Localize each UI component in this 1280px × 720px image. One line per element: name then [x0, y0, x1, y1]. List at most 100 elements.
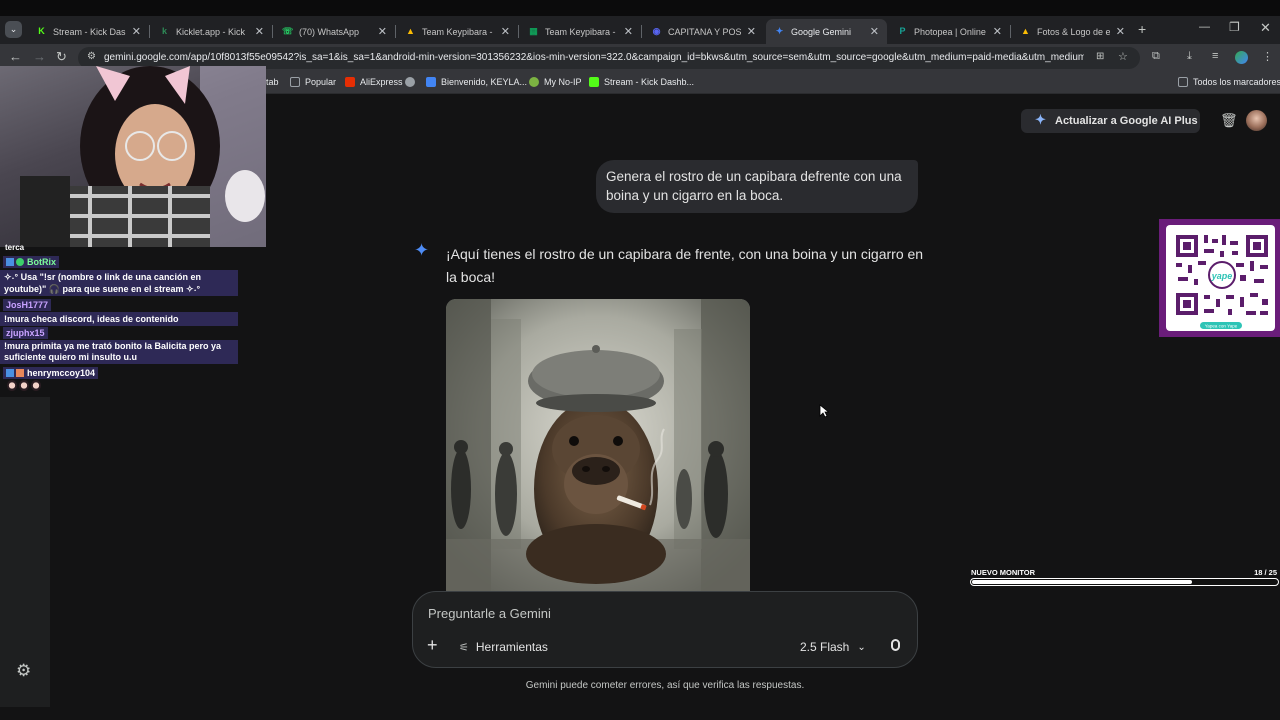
goal-label: NUEVO MONITOR [971, 568, 1036, 577]
bookmark-label: tab [266, 77, 279, 87]
add-attachment-button[interactable]: + [427, 636, 438, 654]
tab-title: Fotos & Logo de equ [1037, 26, 1110, 37]
browser-tab[interactable]: ▲ Team Keypibara - Go ✕ [397, 19, 518, 44]
tab-title: Team Keypibara - Go [422, 26, 495, 37]
gemini-reply: ¡Aquí tienes el rostro de un capibara de… [446, 246, 924, 285]
bookmark-favicon-icon [529, 77, 539, 87]
browser-tab[interactable]: ▦ Team Keypibara - Tor ✕ [520, 19, 641, 44]
all-bookmarks[interactable]: Todos los marcadores [1178, 77, 1280, 87]
tools-button[interactable]: ⚟ Herramientas [459, 640, 548, 654]
tab-strip: ⌄ K Stream - Kick Dashbo ✕ k Kicklet.app - K… [0, 16, 1280, 44]
qr-brand: yape [1211, 271, 1233, 281]
bookmark-label: My No-IP [544, 77, 582, 87]
mouse-cursor [819, 404, 829, 418]
tab-favicon-icon: P [899, 26, 906, 36]
tab-close-icon[interactable]: ✕ [255, 25, 264, 38]
tab-separator [272, 25, 273, 38]
restore-button[interactable]: ❐ [1229, 20, 1240, 34]
bookmark-star-icon[interactable]: ☆ [1118, 50, 1128, 63]
delete-chat-icon[interactable]: 🗑 [1220, 112, 1238, 129]
media-control-icon[interactable]: ≡ [1212, 50, 1218, 62]
model-selector[interactable]: 2.5 Flash ⌄ [800, 640, 866, 654]
tab-favicon-icon: ▦ [529, 26, 538, 36]
screen-top-band [0, 0, 1280, 16]
verified-icon [6, 369, 14, 377]
bookmark-item[interactable]: Stream - Kick Dashb... [589, 77, 694, 87]
tab-title: Google Gemini [791, 26, 852, 37]
stream-chat: terca BotRix ✧˖° Usa "!sr (nombre o link… [0, 243, 240, 397]
chat-cutoff-text: terca [5, 243, 25, 252]
translate-icon[interactable]: ⊞ [1096, 51, 1104, 62]
browser-tab[interactable]: P Photopea | Online Ph ✕ [889, 19, 1010, 44]
browser-tab[interactable]: k Kicklet.app - Kick ✕ [151, 19, 272, 44]
tab-close-icon[interactable]: ✕ [501, 25, 510, 38]
chat-message-zjuphx: !mura primita ya me trató bonito la Bali… [0, 340, 238, 364]
tab-close-icon[interactable]: ✕ [624, 25, 633, 38]
goal-progress-widget: NUEVO MONITOR 18 / 25 [970, 567, 1280, 591]
browser-tab[interactable]: K Stream - Kick Dashbo ✕ [28, 19, 149, 44]
tab-search-button[interactable]: ⌄ [5, 21, 22, 38]
browser-tab[interactable]: ☏ (70) WhatsApp ✕ [274, 19, 395, 44]
browser-tab[interactable]: ◉ CAPITANA Y POS 4 - ✕ [643, 19, 764, 44]
prompt-input[interactable]: Preguntarle a Gemini [428, 606, 551, 621]
reload-button[interactable]: ↻ [56, 49, 67, 65]
tab-close-icon[interactable]: ✕ [747, 25, 756, 38]
url-text: gemini.google.com/app/10f8013f55e09542?i… [104, 52, 1084, 63]
streamer-webcam [20, 66, 266, 247]
tab-close-icon[interactable]: ✕ [378, 25, 387, 38]
generated-image[interactable] [446, 299, 750, 591]
tab-favicon-icon: k [161, 26, 167, 36]
chat-username-zjuphx: zjuphx15 [3, 327, 48, 339]
bookmark-favicon-icon [405, 77, 415, 87]
bookmark-item[interactable]: AliExpress [345, 77, 403, 87]
bookmark-favicon-icon [426, 77, 436, 87]
tab-close-icon[interactable]: ✕ [993, 25, 1002, 38]
bookmark-item[interactable]: Popular [290, 77, 336, 87]
site-info-icon[interactable]: ⚙ [87, 51, 96, 62]
goal-progress-track [970, 578, 1279, 586]
settings-gear-icon[interactable]: ⚙ [16, 661, 31, 681]
tab-close-icon[interactable]: ✕ [870, 25, 879, 38]
tab-favicon-icon: ☏ [282, 26, 294, 36]
extensions-icon[interactable]: ⧉ [1152, 50, 1160, 63]
chat-emotes [7, 380, 41, 391]
user-avatar[interactable] [1246, 110, 1267, 131]
tab-separator [641, 25, 642, 38]
minimize-button[interactable]: — [1199, 21, 1210, 33]
goal-progress-fill [972, 580, 1192, 584]
tab-separator [1010, 25, 1011, 38]
profile-avatar[interactable] [1235, 51, 1248, 64]
sliders-icon: ⚟ [459, 641, 469, 654]
close-window-button[interactable]: ✕ [1260, 20, 1271, 36]
chat-message-josh: !mura checa discord, ideas de contenido [0, 312, 238, 326]
gemini-sidebar: ⚙ [0, 397, 50, 707]
tab-separator [149, 25, 150, 38]
prompt-composer[interactable]: Preguntarle a Gemini + ⚟ Herramientas 2.… [412, 591, 918, 668]
user-message: Genera el rostro de un capibara defrente… [596, 160, 918, 213]
tab-close-icon[interactable]: ✕ [1116, 25, 1125, 38]
bookmark-item[interactable] [405, 77, 420, 87]
forward-button[interactable]: → [33, 49, 46, 64]
chat-message-botrix: ✧˖° Usa "!sr (nombre o link de una canci… [0, 270, 238, 296]
upgrade-plan-button[interactable]: ✦ Actualizar a Google AI Plus [1021, 109, 1200, 133]
downloads-icon[interactable]: ⤓ [1187, 50, 1192, 63]
bookmark-item[interactable]: Bienvenido, KEYLA... [426, 77, 527, 87]
emote-icon [31, 380, 41, 391]
bookmark-label: Bienvenido, KEYLA... [441, 77, 528, 87]
bookmark-label: AliExpress [360, 77, 403, 87]
microphone-icon[interactable] [891, 639, 900, 651]
bookmark-item[interactable]: tab [266, 77, 279, 87]
tab-title: CAPITANA Y POS 4 - [668, 26, 741, 37]
tab-title: Photopea | Online Ph [914, 26, 987, 37]
tab-favicon-icon: ◉ [652, 26, 661, 36]
browser-tab[interactable]: ✦ Google Gemini ✕ [766, 19, 887, 44]
menu-icon[interactable]: ⋮ [1262, 50, 1273, 63]
bookmark-item[interactable]: My No-IP [529, 77, 582, 87]
back-button[interactable]: ← [9, 49, 22, 64]
browser-tab[interactable]: ▲ Fotos & Logo de equ ✕ [1012, 19, 1133, 44]
new-tab-button[interactable]: + [1138, 21, 1146, 37]
verified-icon [6, 258, 14, 266]
capybara-illustration [446, 299, 750, 591]
tab-favicon-icon: K [38, 26, 45, 36]
tab-close-icon[interactable]: ✕ [132, 25, 141, 38]
